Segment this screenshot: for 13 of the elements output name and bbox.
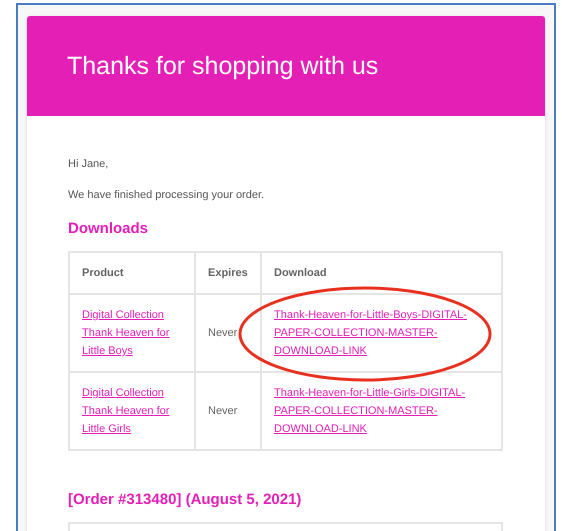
product-link[interactable]: Digital Collection Thank Heaven for Little Girls <box>82 384 182 438</box>
email-title: Thanks for shopping with us <box>67 52 378 80</box>
downloads-heading: Downloads <box>68 220 150 237</box>
expires-cell: Never <box>195 372 261 450</box>
column-header: Download <box>261 252 502 294</box>
greeting-text: Hi Jane, <box>68 158 110 170</box>
download-link[interactable]: Thank-Heaven-for-Little-Girls-DIGITAL-PAPER-COLLECTION-MASTER-DOWNLOAD-LINK <box>274 384 473 438</box>
message-text: We have finished processing your order. <box>68 189 266 201</box>
expires-cell: Never <box>195 294 261 372</box>
product-link[interactable]: Digital Collection Thank Heaven for Little Boys <box>82 306 182 360</box>
order-heading: [Order #313480] (August 5, 2021) <box>68 491 302 508</box>
column-header: Product <box>69 252 195 294</box>
column-header: Expires <box>195 252 261 294</box>
